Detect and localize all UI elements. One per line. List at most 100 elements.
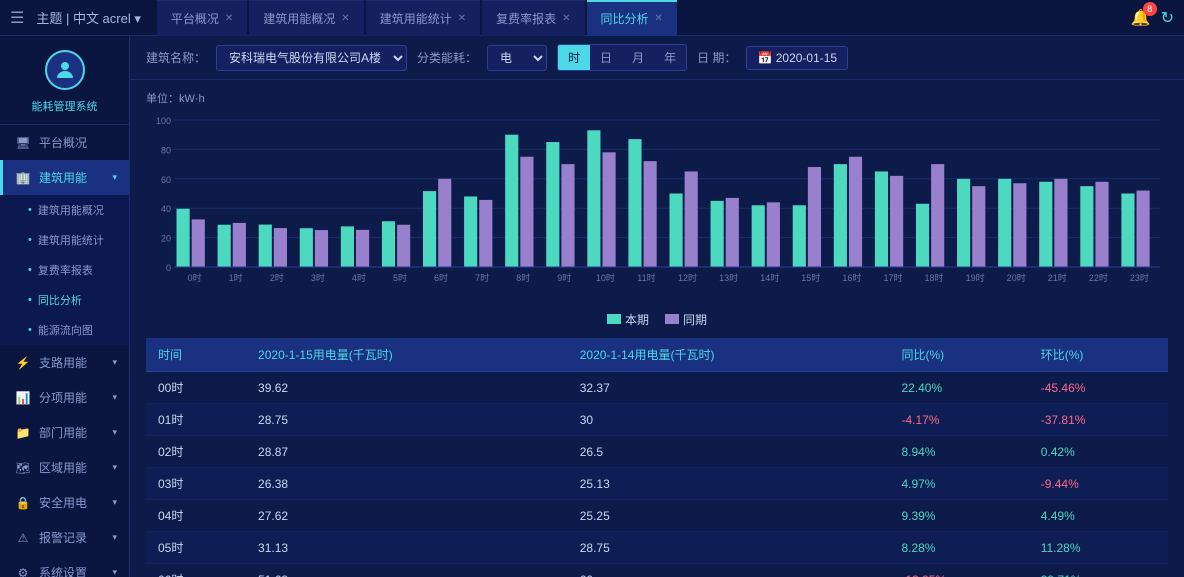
table-cell: 0.42%	[1029, 436, 1168, 468]
table-cell: 39.62	[246, 372, 568, 404]
table-row: 04时27.6225.259.39%4.49%	[146, 500, 1168, 532]
sidebar-item-3[interactable]: 📊分项用能▾	[0, 380, 129, 415]
svg-text:14时: 14时	[760, 272, 779, 283]
table-cell: 25.25	[568, 500, 890, 532]
table-header-row: 时间2020-1-15用电量(千瓦时)2020-1-14用电量(千瓦时)同比(%…	[146, 338, 1168, 372]
menu-icon[interactable]: ☰	[10, 8, 24, 28]
time-btn-group: 时 日 月 年	[557, 44, 687, 71]
table-cell: 22.40%	[889, 372, 1028, 404]
building-select[interactable]: 安科瑞电气股份有限公司A楼	[216, 45, 407, 71]
table-row: 03时26.3825.134.97%-9.44%	[146, 468, 1168, 500]
svg-text:100: 100	[156, 116, 171, 126]
chart-unit: 单位：kW·h	[146, 90, 1168, 106]
table-col-header: 时间	[146, 338, 246, 372]
table-col-header: 环比(%)	[1029, 338, 1168, 372]
top-bar: ☰ 主题 | 中文 acrel ▾ 平台概况✕建筑用能概况✕建筑用能统计✕复费率…	[0, 0, 1184, 36]
sub-nav-item-复费率报表[interactable]: 复费率报表	[0, 255, 129, 285]
sidebar-item-1[interactable]: 🏢建筑用能▾	[0, 160, 129, 195]
sub-nav-item-建筑用能统计[interactable]: 建筑用能统计	[0, 225, 129, 255]
svg-text:9时: 9时	[557, 272, 571, 283]
table-cell: 9.39%	[889, 500, 1028, 532]
svg-text:20: 20	[161, 234, 171, 244]
svg-text:23时: 23时	[1130, 272, 1149, 283]
svg-text:10时: 10时	[596, 272, 615, 283]
refresh-icon[interactable]: ↻	[1161, 8, 1174, 28]
sidebar-item-2[interactable]: ⚡支路用能▾	[0, 345, 129, 380]
table-cell: 06时	[146, 564, 246, 577]
chart-container: 0204060801000时1时2时3时4时5时6时7时8时9时10时11时12…	[146, 112, 1168, 307]
sub-nav-item-能源流向图[interactable]: 能源流向图	[0, 315, 129, 345]
top-tab-同比分析[interactable]: 同比分析✕	[587, 0, 677, 36]
svg-text:20时: 20时	[1007, 272, 1026, 283]
table-cell: 02时	[146, 436, 246, 468]
svg-text:80: 80	[161, 145, 171, 155]
table-cell: 28.75	[246, 404, 568, 436]
table-row: 00时39.6232.3722.40%-45.46%	[146, 372, 1168, 404]
time-btn-day[interactable]: 日	[590, 45, 622, 70]
bell-badge: 8	[1143, 2, 1157, 16]
svg-text:5时: 5时	[393, 272, 407, 283]
sub-nav-item-建筑用能概况[interactable]: 建筑用能概况	[0, 195, 129, 225]
sidebar-item-8[interactable]: ⚙系统设置▾	[0, 555, 129, 577]
category-select[interactable]: 电	[487, 45, 547, 71]
svg-text:1时: 1时	[229, 272, 243, 283]
date-value[interactable]: 📅 2020-01-15	[746, 46, 848, 70]
table-cell: 00时	[146, 372, 246, 404]
table-cell: 8.94%	[889, 436, 1028, 468]
table-row: 05时31.1328.758.28%11.28%	[146, 532, 1168, 564]
table-cell: -9.44%	[1029, 468, 1168, 500]
table-col-header: 2020-1-15用电量(千瓦时)	[246, 338, 568, 372]
sidebar-item-0[interactable]: 🖥平台概况	[0, 125, 129, 160]
table-cell: 26.38	[246, 468, 568, 500]
sidebar: 能耗管理系统 🖥平台概况🏢建筑用能▾建筑用能概况建筑用能统计复费率报表同比分析能…	[0, 36, 130, 577]
content-area: 建筑名称： 安科瑞电气股份有限公司A楼 分类能耗： 电 时 日 月 年 日 期：…	[130, 36, 1184, 577]
svg-text:2时: 2时	[270, 272, 284, 283]
chart-svg: 0204060801000时1时2时3时4时5时6时7时8时9时10时11时12…	[146, 112, 1168, 307]
sidebar-item-4[interactable]: 📁部门用能▾	[0, 415, 129, 450]
table-cell: 25.13	[568, 468, 890, 500]
svg-text:0: 0	[166, 263, 171, 273]
svg-text:12时: 12时	[678, 272, 697, 283]
legend-prev: 同期	[665, 311, 707, 328]
table-cell: -13.95%	[889, 564, 1028, 577]
table-cell: 03时	[146, 468, 246, 500]
table-cell: -4.17%	[889, 404, 1028, 436]
time-btn-month[interactable]: 月	[622, 45, 654, 70]
table-body: 00时39.6232.3722.40%-45.46%01时28.7530-4.1…	[146, 372, 1168, 577]
sidebar-item-7[interactable]: ⚠报警记录▾	[0, 520, 129, 555]
sidebar-item-6[interactable]: 🔒安全用电▾	[0, 485, 129, 520]
table-row: 02时28.8726.58.94%0.42%	[146, 436, 1168, 468]
table-cell: 28.75	[568, 532, 890, 564]
table-cell: 60	[568, 564, 890, 577]
building-label: 建筑名称：	[146, 49, 206, 66]
top-tab-复费率报表[interactable]: 复费率报表✕	[482, 0, 584, 36]
table-cell: 31.13	[246, 532, 568, 564]
top-tab-建筑用能概况[interactable]: 建筑用能概况✕	[249, 0, 363, 36]
sub-nav-item-同比分析[interactable]: 同比分析	[0, 285, 129, 315]
table-cell: -45.46%	[1029, 372, 1168, 404]
svg-text:17时: 17时	[883, 272, 902, 283]
svg-text:8时: 8时	[516, 272, 530, 283]
top-tab-建筑用能统计[interactable]: 建筑用能统计✕	[366, 0, 480, 36]
top-tab-平台概况[interactable]: 平台概况✕	[157, 0, 247, 36]
bell-button[interactable]: 🔔 8	[1131, 8, 1151, 28]
time-btn-year[interactable]: 年	[654, 45, 686, 70]
table-cell: 8.28%	[889, 532, 1028, 564]
date-label: 日 期：	[697, 49, 736, 66]
table-cell: 04时	[146, 500, 246, 532]
chart-section: 单位：kW·h 0204060801000时1时2时3时4时5时6时7时8时9时…	[130, 80, 1184, 338]
sidebar-item-5[interactable]: 🗺区域用能▾	[0, 450, 129, 485]
svg-text:13时: 13时	[719, 272, 738, 283]
time-btn-hour[interactable]: 时	[558, 45, 590, 70]
category-label: 分类能耗：	[417, 49, 477, 66]
svg-text:40: 40	[161, 204, 171, 214]
table-col-header: 同比(%)	[889, 338, 1028, 372]
table-cell: 4.97%	[889, 468, 1028, 500]
svg-text:0时: 0时	[188, 272, 202, 283]
table-col-header: 2020-1-14用电量(千瓦时)	[568, 338, 890, 372]
main-layout: 能耗管理系统 🖥平台概况🏢建筑用能▾建筑用能概况建筑用能统计复费率报表同比分析能…	[0, 36, 1184, 577]
table-cell: 11.28%	[1029, 532, 1168, 564]
system-title: 能耗管理系统	[32, 98, 98, 114]
svg-text:22时: 22时	[1089, 272, 1108, 283]
table-cell: 32.37	[568, 372, 890, 404]
